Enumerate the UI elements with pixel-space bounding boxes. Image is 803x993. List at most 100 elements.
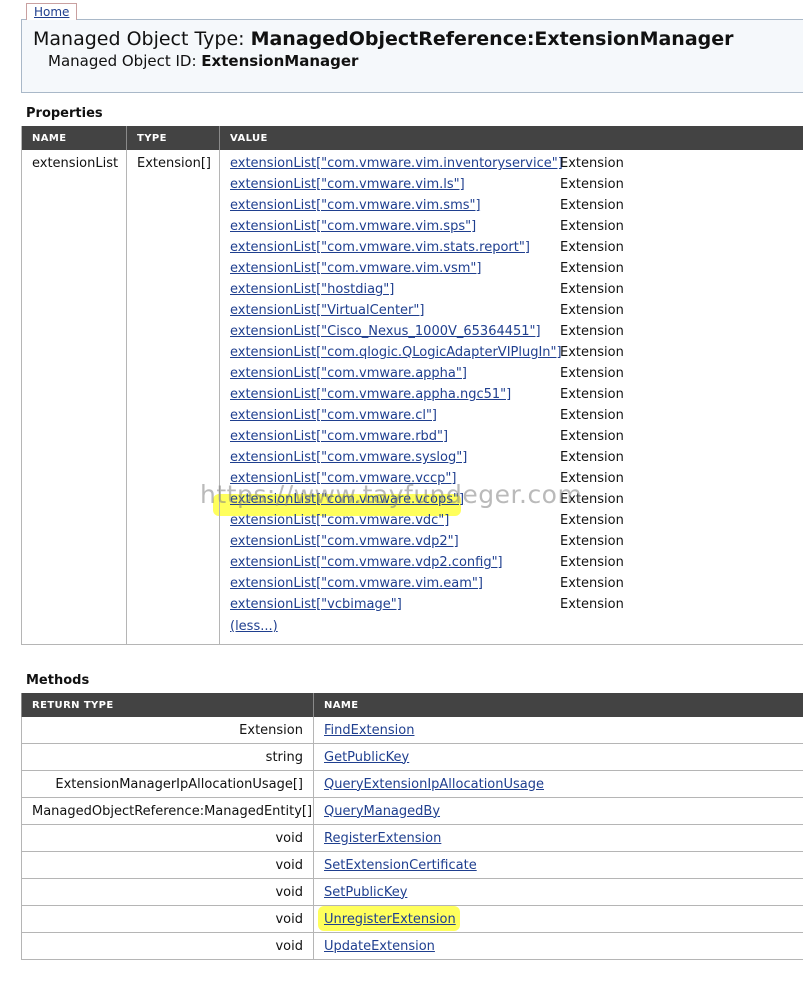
method-link[interactable]: FindExtension [324, 723, 414, 738]
extension-type: Extension [560, 471, 624, 486]
extension-link[interactable]: extensionList["com.vmware.vim.sps"] [230, 219, 476, 234]
extension-link[interactable]: extensionList["com.vmware.appha.ngc51"] [230, 387, 511, 402]
extension-row: extensionList["com.vmware.vim.eam"] Exten… [230, 576, 803, 597]
method-row: void UnregisterExtension [21, 905, 803, 933]
column-header-method-name: NAME [313, 693, 803, 717]
extension-link[interactable]: extensionList["com.vmware.syslog"] [230, 450, 467, 465]
extension-type: Extension [560, 366, 624, 381]
method-link[interactable]: UpdateExtension [324, 939, 435, 954]
extension-link[interactable]: extensionList["com.vmware.vccp"] [230, 471, 456, 486]
method-link[interactable]: QueryExtensionIpAllocationUsage [324, 777, 544, 792]
method-name-cell: RegisterExtension [313, 824, 803, 852]
method-return-type: void [21, 851, 314, 879]
managed-object-type-value: ManagedObjectReference:ExtensionManager [250, 28, 734, 50]
extension-type: Extension [560, 240, 624, 255]
method-name-cell: QueryExtensionIpAllocationUsage [313, 770, 803, 798]
property-name: extensionList [21, 150, 127, 645]
extension-link[interactable]: extensionList["com.vmware.vdp2"] [230, 534, 459, 549]
extension-type: Extension [560, 408, 624, 423]
extension-link[interactable]: extensionList["Cisco_Nexus_1000V_6536445… [230, 324, 541, 339]
extension-link[interactable]: extensionList["VirtualCenter"] [230, 303, 424, 318]
extension-type: Extension [560, 324, 624, 339]
method-return-type: void [21, 878, 314, 906]
extension-row: extensionList["com.vmware.appha.ngc51"] E… [230, 387, 803, 408]
extension-row: extensionList["com.vmware.vim.sms"] Exten… [230, 198, 803, 219]
extension-link[interactable]: extensionList["com.vmware.vim.sms"] [230, 198, 481, 213]
extension-link[interactable]: extensionList["vcbimage"] [230, 597, 402, 612]
method-link[interactable]: GetPublicKey [324, 750, 409, 765]
home-tab[interactable]: Home [26, 3, 78, 20]
extension-link[interactable]: extensionList["hostdiag"] [230, 282, 394, 297]
method-link[interactable]: SetExtensionCertificate [324, 858, 477, 873]
property-row-extensionlist: extensionList Extension[] extensionList[… [21, 150, 803, 645]
extension-type: Extension [560, 492, 624, 507]
extension-type: Extension [560, 450, 624, 465]
extension-row: extensionList["com.vmware.rbd"] Extension [230, 429, 803, 450]
method-name-cell: GetPublicKey [313, 743, 803, 771]
extension-row: extensionList["hostdiag"] Extension [230, 282, 803, 303]
method-name-cell: SetPublicKey [313, 878, 803, 906]
less-link[interactable]: (less...) [230, 619, 803, 639]
extension-link[interactable]: extensionList["com.vmware.vdp2.config"] [230, 555, 503, 570]
properties-table: NAME TYPE VALUE extensionList Extension[… [21, 126, 803, 645]
extension-type: Extension [560, 513, 624, 528]
method-row: void UpdateExtension [21, 932, 803, 960]
extension-type: Extension [560, 387, 624, 402]
extension-link[interactable]: extensionList["com.vmware.vim.eam"] [230, 576, 483, 591]
extension-type: Extension [560, 597, 624, 612]
extension-row: extensionList["com.vmware.vdp2.config"] E… [230, 555, 803, 576]
extension-link[interactable]: extensionList["com.vmware.cl"] [230, 408, 437, 423]
method-row: void SetExtensionCertificate [21, 851, 803, 879]
method-link[interactable]: RegisterExtension [324, 831, 441, 846]
extension-list: extensionList["com.vmware.vim.inventorys… [230, 156, 803, 618]
extension-link[interactable]: extensionList["com.vmware.vcops"] [230, 492, 464, 507]
extension-type: Extension [560, 282, 624, 297]
methods-body: Extension FindExtension string GetPublicKey… [21, 717, 803, 960]
method-name-cell: UpdateExtension [313, 932, 803, 960]
extension-type: Extension [560, 261, 624, 276]
method-row: ManagedObjectReference:ManagedEntity[] Qu… [21, 797, 803, 825]
method-row: void RegisterExtension [21, 824, 803, 852]
method-link[interactable]: UnregisterExtension [324, 912, 456, 927]
property-value-list: extensionList["com.vmware.vim.inventorys… [219, 150, 803, 645]
extension-row: extensionList["com.vmware.vdp2"] Extensio… [230, 534, 803, 555]
extension-row: extensionList["com.vmware.vim.vsm"] Exten… [230, 261, 803, 282]
extension-row: extensionList["com.vmware.vdc"] Extension [230, 513, 803, 534]
method-row: Extension FindExtension [21, 717, 803, 744]
extension-link[interactable]: extensionList["com.vmware.rbd"] [230, 429, 448, 444]
extension-link[interactable]: extensionList["com.vmware.vim.ls"] [230, 177, 465, 192]
extension-link[interactable]: extensionList["com.qlogic.QLogicAdapterV… [230, 345, 562, 360]
method-link[interactable]: SetPublicKey [324, 885, 407, 900]
extension-type: Extension [560, 303, 624, 318]
property-type: Extension[] [126, 150, 220, 645]
extension-type: Extension [560, 156, 624, 171]
column-header-value: VALUE [219, 126, 803, 150]
method-return-type: ExtensionManagerIpAllocationUsage[] [21, 770, 314, 798]
extension-link[interactable]: extensionList["com.vmware.vdc"] [230, 513, 449, 528]
extension-type: Extension [560, 576, 624, 591]
method-return-type: Extension [21, 717, 314, 744]
extension-row: extensionList["VirtualCenter"] Extension [230, 303, 803, 324]
column-header-name: NAME [21, 126, 127, 150]
extension-row: extensionList["com.vmware.appha"] Extensi… [230, 366, 803, 387]
extension-link[interactable]: extensionList["com.vmware.appha"] [230, 366, 467, 381]
column-header-type: TYPE [126, 126, 220, 150]
methods-header-row: RETURN TYPE NAME [21, 693, 803, 717]
method-row: ExtensionManagerIpAllocationUsage[] Query… [21, 770, 803, 798]
extension-link[interactable]: extensionList["com.vmware.vim.vsm"] [230, 261, 481, 276]
managed-object-id: Managed Object ID: ExtensionManager [48, 52, 358, 70]
method-name-cell: FindExtension [313, 717, 803, 744]
extension-link[interactable]: extensionList["com.vmware.vim.inventorys… [230, 156, 563, 171]
extension-type: Extension [560, 429, 624, 444]
properties-title: Properties [26, 106, 103, 121]
extension-type: Extension [560, 219, 624, 234]
header-panel: Managed Object Type: ManagedObjectRefere… [21, 19, 803, 93]
extension-type: Extension [560, 345, 624, 360]
method-return-type: string [21, 743, 314, 771]
extension-type: Extension [560, 534, 624, 549]
extension-link[interactable]: extensionList["com.vmware.vim.stats.repo… [230, 240, 530, 255]
method-link[interactable]: QueryManagedBy [324, 804, 440, 819]
method-row: void SetPublicKey [21, 878, 803, 906]
extension-row: extensionList["com.vmware.cl"] Extension [230, 408, 803, 429]
extension-type: Extension [560, 177, 624, 192]
